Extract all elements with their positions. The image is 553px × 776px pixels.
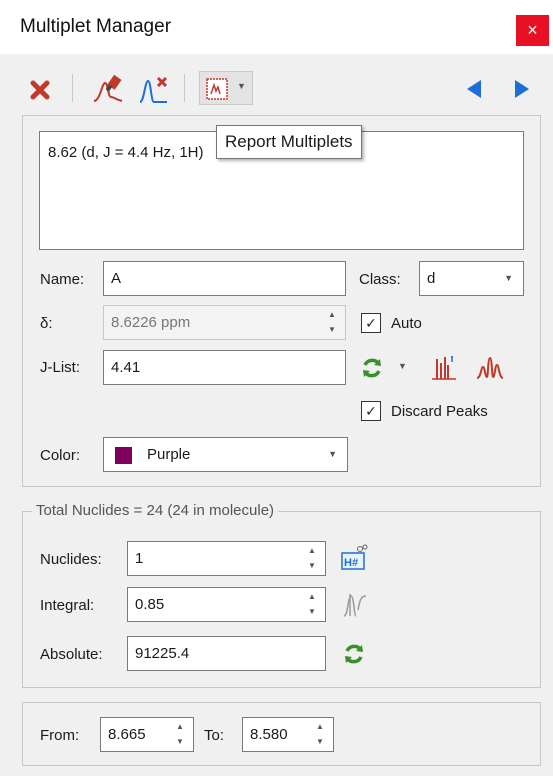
integral-curve-icon <box>343 594 367 617</box>
color-select[interactable]: Purple ▼ <box>103 437 348 472</box>
delete-button[interactable] <box>26 76 54 104</box>
name-label: Name: <box>40 271 85 288</box>
pick-multiplet-button[interactable] <box>88 72 128 106</box>
auto-checkbox[interactable]: ✓ <box>361 313 381 333</box>
jlist-label: J-List: <box>40 359 81 376</box>
pick-multiplet-icon <box>93 74 123 102</box>
multiplet-spectrum-icon <box>476 356 504 379</box>
jlist-value: 4.41 <box>111 359 141 376</box>
class-value: d <box>427 270 436 287</box>
refresh-absolute-button[interactable] <box>341 641 367 667</box>
nuclides-value: 1 <box>135 550 144 567</box>
delta-input: 8.6226 ppm ▲ ▼ <box>103 305 346 340</box>
refresh-jlist-button[interactable] <box>359 355 385 381</box>
color-label: Color: <box>40 447 81 464</box>
class-label: Class: <box>359 271 401 288</box>
class-select[interactable]: d ▼ <box>419 261 524 296</box>
next-multiplet-button[interactable] <box>508 76 536 102</box>
integral-button <box>339 589 369 619</box>
chevron-down-icon[interactable]: ▼ <box>237 81 246 91</box>
color-swatch <box>115 447 132 464</box>
chevron-down-icon: ▼ <box>328 449 337 459</box>
nuclides-label: Nuclides: <box>40 551 102 568</box>
name-input[interactable]: A <box>103 261 346 296</box>
report-multiplets-button[interactable]: ▼ <box>199 71 253 105</box>
integral-label: Integral: <box>40 597 95 614</box>
delete-icon <box>30 80 50 100</box>
multiplet-peaks-button[interactable] <box>428 352 460 382</box>
remove-multiplet-button[interactable] <box>136 72 172 106</box>
spin-arrows-icon[interactable]: ▲ ▼ <box>307 592 317 617</box>
absolute-label: Absolute: <box>40 646 103 663</box>
name-value: A <box>111 270 122 287</box>
report-multiplets-icon <box>206 78 228 100</box>
absolute-input[interactable]: 91225.4 <box>127 636 326 671</box>
absolute-value: 91225.4 <box>135 645 190 662</box>
spin-arrows-icon[interactable]: ▲ ▼ <box>315 722 325 747</box>
auto-label: Auto <box>391 315 422 332</box>
remove-multiplet-peak-icon <box>139 76 168 103</box>
report-multiplets-tooltip: Report Multiplets <box>216 125 362 159</box>
spin-arrows-icon[interactable]: ▲ ▼ <box>175 722 185 747</box>
toolbar-separator <box>184 74 185 102</box>
delta-value: 8.6226 ppm <box>111 314 191 331</box>
total-nuclides-caption: Total Nuclides = 24 (24 in molecule) <box>32 502 279 519</box>
nuclides-input[interactable]: 1 ▲ ▼ <box>127 541 326 576</box>
from-value: 8.665 <box>108 726 146 743</box>
discard-peaks-label: Discard Peaks <box>391 403 488 420</box>
title-bar: Multiplet Manager × <box>0 0 553 54</box>
refresh-icon <box>345 644 363 664</box>
integral-value: 0.85 <box>135 596 165 613</box>
chevron-down-icon[interactable]: ▼ <box>398 361 407 371</box>
to-value: 8.580 <box>250 726 288 743</box>
color-value: Purple <box>147 446 191 463</box>
close-button[interactable]: × <box>516 15 549 46</box>
discard-peaks-checkbox[interactable]: ✓ <box>361 401 381 421</box>
to-label: To: <box>204 727 225 744</box>
next-arrow-icon <box>515 80 529 98</box>
refresh-icon <box>363 358 381 378</box>
chevron-down-icon: ▼ <box>504 273 513 283</box>
multiplet-peaks-icon <box>432 356 456 380</box>
previous-multiplet-button[interactable] <box>460 76 488 102</box>
from-label: From: <box>40 727 80 744</box>
multiplet-spectrum-button[interactable] <box>474 352 506 382</box>
hydrogen-count-button[interactable]: H# <box>339 543 369 573</box>
previous-arrow-icon <box>467 80 481 98</box>
hydrogen-count-icon: H# <box>341 544 368 570</box>
svg-text:H#: H# <box>344 557 358 569</box>
from-input[interactable]: 8.665 ▲ ▼ <box>100 717 194 752</box>
toolbar-separator <box>72 74 73 102</box>
delta-label: δ: <box>40 315 53 332</box>
spin-arrows-icon[interactable]: ▲ ▼ <box>307 546 317 571</box>
report-text: 8.62 (d, J = 4.4 Hz, 1H) <box>48 144 204 161</box>
to-input[interactable]: 8.580 ▲ ▼ <box>242 717 334 752</box>
spin-arrows-icon: ▲ ▼ <box>328 310 336 334</box>
window-title: Multiplet Manager <box>20 16 172 37</box>
jlist-input[interactable]: 4.41 <box>103 350 346 385</box>
integral-input[interactable]: 0.85 ▲ ▼ <box>127 587 326 622</box>
